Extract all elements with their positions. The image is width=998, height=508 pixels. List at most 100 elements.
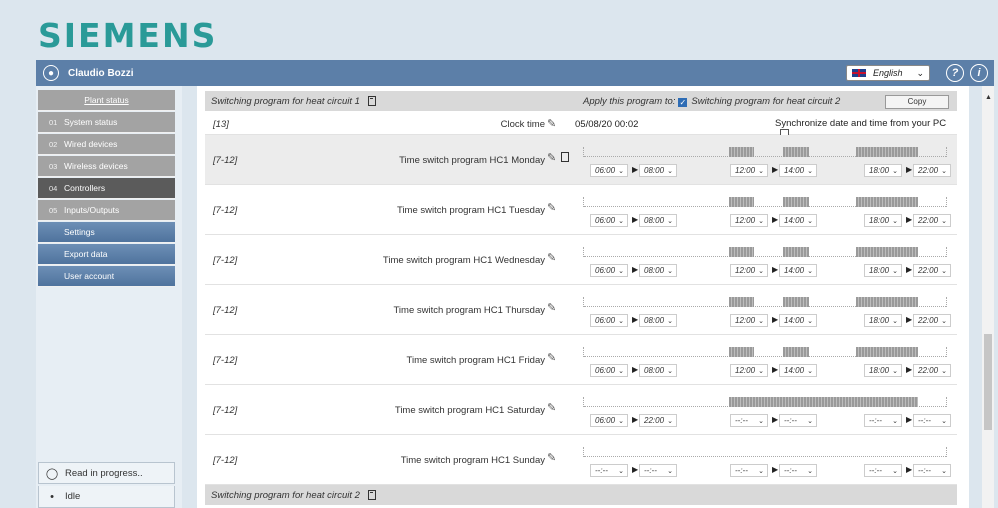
start-time-select[interactable]: --:-- ⌄ — [590, 464, 628, 477]
end-time-select[interactable]: 22:00 ⌄ — [639, 414, 677, 427]
pencil-icon[interactable]: ✎ — [547, 301, 556, 314]
pencil-icon[interactable]: ✎ — [547, 451, 556, 464]
arrow-right-icon: ▶ — [906, 315, 913, 324]
schedule-bar — [783, 297, 809, 307]
chevron-down-icon: ⌄ — [892, 167, 898, 175]
clock-row: [13] Clock time ✎ 05/08/20 00:02 Synchro… — [205, 113, 957, 138]
pencil-icon[interactable]: ✎ — [547, 201, 556, 214]
end-time-select[interactable]: 22:00 ⌄ — [913, 264, 951, 277]
schedule-bar — [856, 247, 918, 257]
end-time-select[interactable]: --:-- ⌄ — [779, 414, 817, 427]
start-time-select[interactable]: 06:00 ⌄ — [590, 214, 628, 227]
end-time-select[interactable]: 22:00 ⌄ — [913, 364, 951, 377]
sidebar-item-controllers[interactable]: 04 Controllers — [38, 178, 175, 199]
start-time-select[interactable]: 12:00 ⌄ — [730, 364, 768, 377]
chevron-down-icon: ⌄ — [667, 467, 673, 475]
end-time-select[interactable]: 14:00 ⌄ — [779, 364, 817, 377]
time-value: --:-- — [735, 466, 748, 475]
pencil-icon[interactable]: ✎ — [547, 151, 556, 164]
schedule-bar — [783, 197, 809, 207]
end-time-select[interactable]: 14:00 ⌄ — [779, 314, 817, 327]
start-time-select[interactable]: 12:00 ⌄ — [730, 314, 768, 327]
end-time-select[interactable]: 22:00 ⌄ — [913, 214, 951, 227]
scroll-thumb[interactable] — [984, 334, 992, 430]
section-header-hc2: Switching program for heat circuit 2 — [205, 485, 957, 505]
help-icon[interactable]: ? — [946, 64, 964, 82]
arrow-right-icon: ▶ — [632, 415, 639, 424]
start-time-select[interactable]: 06:00 ⌄ — [590, 264, 628, 277]
chevron-down-icon: ⌄ — [892, 267, 898, 275]
scrollbar[interactable]: ▲ — [982, 86, 994, 508]
chevron-down-icon: ⌄ — [667, 167, 673, 175]
start-time-select[interactable]: 18:00 ⌄ — [864, 264, 902, 277]
arrow-right-icon: ▶ — [772, 215, 779, 224]
sidebar-item-export-data[interactable]: Export data — [38, 244, 175, 265]
arrow-right-icon: ▶ — [632, 315, 639, 324]
copy-button[interactable]: Copy — [885, 95, 949, 109]
chevron-down-icon: ⌄ — [807, 467, 813, 475]
start-time-select[interactable]: --:-- ⌄ — [730, 414, 768, 427]
chevron-down-icon: ⌄ — [618, 367, 624, 375]
start-time-select[interactable]: 18:00 ⌄ — [864, 364, 902, 377]
start-time-select[interactable]: 06:00 ⌄ — [590, 314, 628, 327]
start-time-select[interactable]: 06:00 ⌄ — [590, 414, 628, 427]
info-icon[interactable]: i — [970, 64, 988, 82]
end-time-select[interactable]: 08:00 ⌄ — [639, 164, 677, 177]
chevron-down-icon: ⌄ — [667, 367, 673, 375]
copy-doc-icon[interactable] — [561, 152, 569, 162]
schedule-bar — [783, 147, 809, 157]
start-time-select[interactable]: 06:00 ⌄ — [590, 364, 628, 377]
arrow-right-icon: ▶ — [632, 465, 639, 474]
time-value: 14:00 — [784, 216, 805, 225]
end-time-select[interactable]: 08:00 ⌄ — [639, 314, 677, 327]
start-time-select[interactable]: 12:00 ⌄ — [730, 264, 768, 277]
end-time-select[interactable]: --:-- ⌄ — [913, 464, 951, 477]
sidebar-item-wired-devices[interactable]: 02 Wired devices — [38, 134, 175, 155]
start-time-select[interactable]: 12:00 ⌄ — [730, 164, 768, 177]
start-time-select[interactable]: 06:00 ⌄ — [590, 164, 628, 177]
sidebar-item-system-status[interactable]: 01 System status — [38, 112, 175, 133]
arrow-right-icon: ▶ — [632, 165, 639, 174]
program-row: [7-12] Time switch program HC1 Monday ✎ 06:… — [205, 135, 957, 185]
end-time-select[interactable]: --:-- ⌄ — [639, 464, 677, 477]
end-time-select[interactable]: 14:00 ⌄ — [779, 214, 817, 227]
end-time-select[interactable]: 14:00 ⌄ — [779, 264, 817, 277]
start-time-select[interactable]: 18:00 ⌄ — [864, 314, 902, 327]
pencil-icon[interactable]: ✎ — [547, 117, 556, 130]
sidebar-item-settings[interactable]: Settings — [38, 222, 175, 243]
sidebar-item-num: 02 — [49, 139, 58, 149]
sidebar-item-user-account[interactable]: User account — [38, 266, 175, 287]
start-time-select[interactable]: --:-- ⌄ — [864, 414, 902, 427]
scroll-up-icon[interactable]: ▲ — [985, 94, 992, 101]
timeline — [583, 447, 947, 457]
time-value: --:-- — [918, 466, 931, 475]
start-time-select[interactable]: --:-- ⌄ — [864, 464, 902, 477]
sidebar-item-inputs-outputs[interactable]: 05 Inputs/Outputs — [38, 200, 175, 221]
copy-doc-icon[interactable] — [367, 490, 376, 500]
pencil-icon[interactable]: ✎ — [547, 251, 556, 264]
apply-checkbox[interactable]: ✓ — [678, 98, 688, 107]
chevron-down-icon: ⌄ — [807, 167, 813, 175]
end-time-select[interactable]: 14:00 ⌄ — [779, 164, 817, 177]
language-select[interactable]: English ⌄ — [846, 65, 930, 81]
end-time-select[interactable]: 08:00 ⌄ — [639, 264, 677, 277]
end-time-select[interactable]: --:-- ⌄ — [779, 464, 817, 477]
time-value: 22:00 — [918, 366, 939, 375]
end-time-select[interactable]: --:-- ⌄ — [913, 414, 951, 427]
time-value: --:-- — [869, 466, 882, 475]
sidebar-item-plant-status[interactable]: Plant status — [38, 90, 175, 111]
chevron-down-icon: ⌄ — [941, 167, 947, 175]
end-time-select[interactable]: 22:00 ⌄ — [913, 164, 951, 177]
start-time-select[interactable]: 12:00 ⌄ — [730, 214, 768, 227]
end-time-select[interactable]: 08:00 ⌄ — [639, 214, 677, 227]
end-time-select[interactable]: 08:00 ⌄ — [639, 364, 677, 377]
start-time-select[interactable]: --:-- ⌄ — [730, 464, 768, 477]
sidebar-item-wireless-devices[interactable]: 03 Wireless devices — [38, 156, 175, 177]
sidebar: Plant status 01 System status 02 Wired dev… — [36, 86, 182, 508]
start-time-select[interactable]: 18:00 ⌄ — [864, 214, 902, 227]
pencil-icon[interactable]: ✎ — [547, 351, 556, 364]
start-time-select[interactable]: 18:00 ⌄ — [864, 164, 902, 177]
pencil-icon[interactable]: ✎ — [547, 401, 556, 414]
end-time-select[interactable]: 22:00 ⌄ — [913, 314, 951, 327]
copy-doc-icon[interactable] — [367, 96, 376, 106]
